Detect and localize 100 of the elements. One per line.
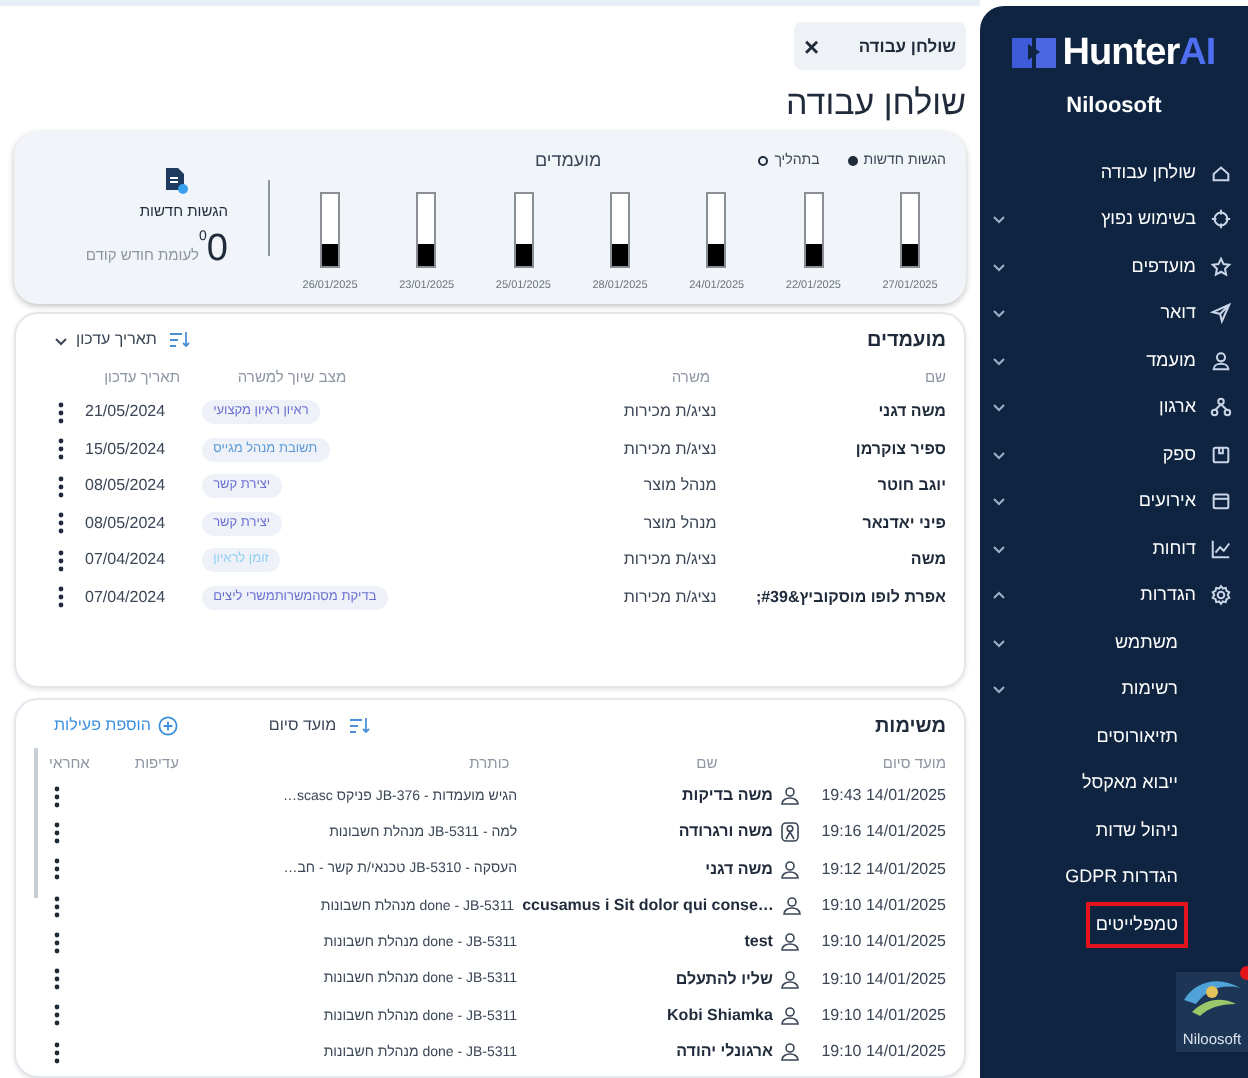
nav-item[interactable]: הגדרות bbox=[980, 572, 1248, 619]
nav-subitem[interactable]: רשימות bbox=[1111, 666, 1188, 713]
logo-icon bbox=[1012, 36, 1057, 70]
table-cell: נציג/ת מכירות bbox=[623, 402, 717, 421]
chevron-icon[interactable] bbox=[992, 637, 1006, 648]
chevron-icon bbox=[54, 335, 68, 345]
more-icon[interactable] bbox=[54, 895, 61, 918]
sort-dropdown[interactable]: תאריך עדכון bbox=[54, 328, 157, 352]
tab[interactable]: שולחן עבודה × bbox=[794, 22, 966, 70]
add-activity-link[interactable]: הוספת פעילות bbox=[54, 714, 151, 738]
nav-item[interactable]: ארגון bbox=[980, 384, 1248, 431]
nav-item[interactable]: בשימוש נפוץ bbox=[980, 196, 1248, 243]
chevron-icon[interactable] bbox=[992, 590, 1006, 601]
home-icon bbox=[1210, 161, 1232, 184]
contact-icon bbox=[780, 822, 801, 843]
nav-item[interactable]: דוחות bbox=[980, 525, 1248, 572]
more-icon[interactable] bbox=[58, 586, 64, 609]
nav-label: ספק bbox=[1160, 441, 1196, 468]
nav-subitem[interactable]: ייבוא מאקסל bbox=[1071, 760, 1188, 807]
table-cell: 19:10 14/01/2025 bbox=[821, 969, 946, 988]
more-icon[interactable] bbox=[54, 785, 60, 808]
more-icon[interactable] bbox=[58, 475, 64, 498]
table-cell: 19:16 14/01/2025 bbox=[821, 822, 946, 841]
calendar-icon bbox=[1210, 490, 1232, 513]
table-cell: משה דגני bbox=[705, 857, 773, 882]
table-cell: מנהל מוצר bbox=[643, 513, 717, 532]
nav-label: שולחן עבודה bbox=[1098, 159, 1196, 186]
card-title: משימות bbox=[875, 713, 946, 741]
gear-icon bbox=[1210, 584, 1232, 607]
nav-subitem[interactable]: תזיאורוסים bbox=[1086, 713, 1188, 760]
nav-label: אירועים bbox=[1136, 488, 1196, 514]
more-icon[interactable] bbox=[54, 1004, 60, 1027]
chevron-icon[interactable] bbox=[992, 261, 1006, 272]
summary-value: 0 bbox=[206, 229, 228, 268]
table-cell: 08/05/2024 bbox=[85, 513, 166, 532]
table-cell: נציג/ת מכירות bbox=[623, 550, 717, 569]
more-icon[interactable] bbox=[54, 968, 60, 991]
nav-item[interactable]: שולחן עבודה bbox=[980, 149, 1248, 196]
table-cell: ספיר צוקרמן bbox=[855, 439, 946, 458]
nav-item[interactable]: אירועים bbox=[980, 478, 1248, 525]
send-icon bbox=[1210, 302, 1232, 325]
more-icon[interactable] bbox=[58, 401, 64, 424]
chevron-icon[interactable] bbox=[992, 543, 1006, 554]
table-cell: נציג/ת מכירות bbox=[623, 587, 717, 606]
nav-subitem[interactable]: ניהול שדות bbox=[1085, 807, 1188, 854]
nav-item[interactable]: מועמד bbox=[980, 337, 1248, 384]
more-icon[interactable] bbox=[58, 512, 64, 535]
nav-subitem[interactable]: משתמש bbox=[1104, 619, 1188, 666]
nav-item[interactable]: ספק bbox=[980, 431, 1248, 478]
nav-label: מועדפים bbox=[1129, 253, 1196, 279]
sort-dropdown[interactable]: מועד סיום bbox=[268, 714, 337, 738]
chevron-icon[interactable] bbox=[992, 402, 1006, 413]
chevron-icon[interactable] bbox=[992, 449, 1006, 460]
table-cell: …ccusamus i Sit dolor qui conse bbox=[522, 894, 774, 919]
table-cell: 15/05/2024 bbox=[85, 439, 166, 458]
person-icon bbox=[1210, 349, 1232, 372]
person-icon bbox=[780, 786, 801, 807]
table-cell: ארגונלי יהודה bbox=[676, 1040, 773, 1065]
nav-item[interactable]: מועדפים bbox=[980, 243, 1248, 290]
table-cell: 19:10 14/01/2025 bbox=[821, 1042, 946, 1061]
sort-icon[interactable] bbox=[348, 716, 371, 736]
table-cell: 19:10 14/01/2025 bbox=[821, 932, 946, 951]
chart-icon bbox=[1210, 537, 1232, 560]
table-cell: שליו להתעלם bbox=[675, 967, 773, 992]
close-button[interactable]: × bbox=[804, 33, 820, 59]
chevron-icon[interactable] bbox=[992, 684, 1006, 695]
chevron-icon[interactable] bbox=[992, 496, 1006, 507]
more-icon[interactable] bbox=[58, 549, 64, 572]
tab-label: שולחן עבודה bbox=[858, 33, 956, 59]
more-icon[interactable] bbox=[54, 858, 60, 881]
nav-item[interactable]: דואר bbox=[980, 290, 1248, 337]
chart-title: מועמדים bbox=[535, 148, 602, 174]
table-cell: 21/05/2024 bbox=[85, 402, 166, 421]
more-icon[interactable] bbox=[54, 931, 60, 954]
nav-subitem[interactable]: הגדרות GDPR bbox=[1055, 854, 1188, 901]
table-cell: 07/04/2024 bbox=[85, 587, 166, 606]
table-cell: 08/05/2024 bbox=[85, 476, 166, 495]
chevron-icon[interactable] bbox=[992, 214, 1006, 225]
nav-subitem[interactable]: טמפלייטים bbox=[1085, 901, 1188, 948]
nav-label: הגדרות bbox=[1138, 582, 1196, 608]
document-icon bbox=[164, 168, 188, 195]
table-cell: Kobi Shiamka bbox=[667, 1003, 773, 1028]
person-icon bbox=[780, 932, 801, 953]
chevron-icon[interactable] bbox=[992, 308, 1006, 319]
person-icon bbox=[780, 969, 801, 990]
more-icon[interactable] bbox=[58, 438, 64, 461]
more-icon[interactable] bbox=[54, 1041, 60, 1064]
add-icon[interactable] bbox=[158, 716, 179, 736]
nav-label: דוחות bbox=[1150, 535, 1196, 561]
sort-icon[interactable] bbox=[168, 330, 191, 350]
box-icon bbox=[1210, 443, 1232, 466]
chevron-icon[interactable] bbox=[992, 355, 1006, 366]
more-icon[interactable] bbox=[54, 821, 60, 844]
company-name: Niloosoft bbox=[1066, 92, 1162, 122]
person-icon bbox=[781, 896, 802, 917]
person-icon bbox=[780, 859, 801, 880]
table-cell: אפרת לופו מוסקוביץ&#39; bbox=[755, 587, 946, 606]
table-cell: משה bbox=[910, 550, 946, 569]
table-cell: מנהל מוצר bbox=[643, 476, 717, 495]
card-title: מועמדים bbox=[866, 327, 946, 355]
